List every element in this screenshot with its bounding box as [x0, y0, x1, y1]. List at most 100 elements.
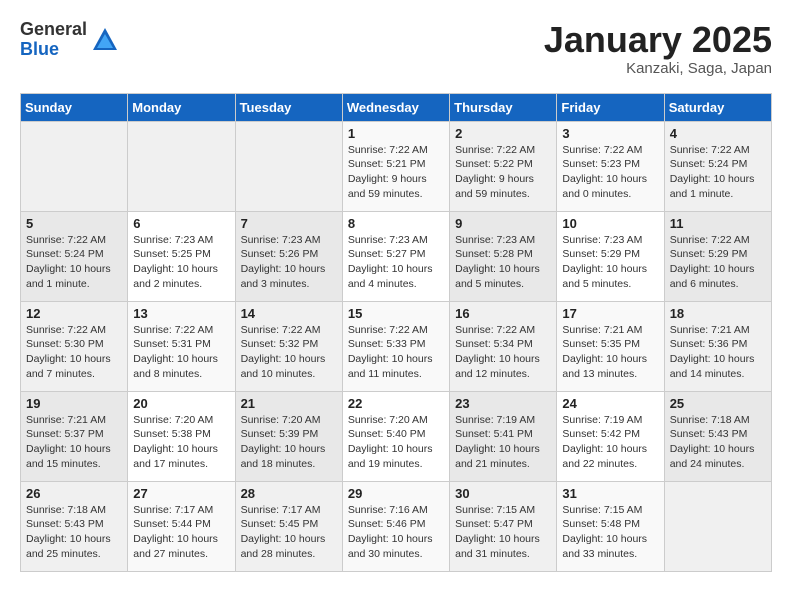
table-row: 19 Sunrise: 7:21 AM Sunset: 5:37 PM Dayli…	[21, 391, 128, 481]
table-row: 26 Sunrise: 7:18 AM Sunset: 5:43 PM Dayli…	[21, 481, 128, 571]
header-tuesday: Tuesday	[235, 93, 342, 121]
day-info: Sunrise: 7:21 AM Sunset: 5:35 PM Dayligh…	[562, 323, 658, 382]
week-row-5: 26 Sunrise: 7:18 AM Sunset: 5:43 PM Dayli…	[21, 481, 772, 571]
day-number: 12	[26, 306, 122, 321]
table-row: 24 Sunrise: 7:19 AM Sunset: 5:42 PM Dayli…	[557, 391, 664, 481]
day-info: Sunrise: 7:22 AM Sunset: 5:30 PM Dayligh…	[26, 323, 122, 382]
table-row: 11Sunrise: 7:22 AM Sunset: 5:29 PM Dayli…	[664, 211, 771, 301]
table-row: 30 Sunrise: 7:15 AM Sunset: 5:47 PM Dayli…	[450, 481, 557, 571]
table-row: 14 Sunrise: 7:22 AM Sunset: 5:32 PM Dayli…	[235, 301, 342, 391]
day-info: Sunrise: 7:15 AM Sunset: 5:48 PM Dayligh…	[562, 503, 658, 562]
header-wednesday: Wednesday	[342, 93, 449, 121]
day-number: 10	[562, 216, 658, 231]
table-row	[128, 121, 235, 211]
day-number: 23	[455, 396, 551, 411]
table-row: 21 Sunrise: 7:20 AM Sunset: 5:39 PM Dayli…	[235, 391, 342, 481]
day-info: Sunrise: 7:18 AM Sunset: 5:43 PM Dayligh…	[26, 503, 122, 562]
table-row: 27 Sunrise: 7:17 AM Sunset: 5:44 PM Dayli…	[128, 481, 235, 571]
day-number: 6	[133, 216, 229, 231]
day-info: Sunrise: 7:22 AM Sunset: 5:33 PM Dayligh…	[348, 323, 444, 382]
day-number: 22	[348, 396, 444, 411]
day-info: Sunrise: 7:23 AM Sunset: 5:28 PM Dayligh…	[455, 233, 551, 292]
title-block: January 2025 Kanzaki, Saga, Japan	[544, 20, 772, 77]
day-number: 7	[241, 216, 337, 231]
month-title: January 2025	[544, 20, 772, 60]
day-number: 29	[348, 486, 444, 501]
logo: General Blue	[20, 20, 119, 60]
table-row: 5 Sunrise: 7:22 AM Sunset: 5:24 PM Daylig…	[21, 211, 128, 301]
logo-general-text: General	[20, 20, 87, 40]
week-row-2: 5 Sunrise: 7:22 AM Sunset: 5:24 PM Daylig…	[21, 211, 772, 301]
day-number: 26	[26, 486, 122, 501]
day-info: Sunrise: 7:22 AM Sunset: 5:21 PM Dayligh…	[348, 143, 444, 202]
header-thursday: Thursday	[450, 93, 557, 121]
table-row: 17Sunrise: 7:21 AM Sunset: 5:35 PM Dayli…	[557, 301, 664, 391]
table-row: 7 Sunrise: 7:23 AM Sunset: 5:26 PM Daylig…	[235, 211, 342, 301]
day-number: 24	[562, 396, 658, 411]
header-monday: Monday	[128, 93, 235, 121]
day-info: Sunrise: 7:22 AM Sunset: 5:24 PM Dayligh…	[26, 233, 122, 292]
day-number: 30	[455, 486, 551, 501]
day-info: Sunrise: 7:20 AM Sunset: 5:40 PM Dayligh…	[348, 413, 444, 472]
table-row: 15 Sunrise: 7:22 AM Sunset: 5:33 PM Dayli…	[342, 301, 449, 391]
table-row	[21, 121, 128, 211]
table-row: 28Sunrise: 7:17 AM Sunset: 5:45 PM Dayli…	[235, 481, 342, 571]
table-row: 22 Sunrise: 7:20 AM Sunset: 5:40 PM Dayli…	[342, 391, 449, 481]
header-friday: Friday	[557, 93, 664, 121]
day-info: Sunrise: 7:21 AM Sunset: 5:36 PM Dayligh…	[670, 323, 766, 382]
day-info: Sunrise: 7:17 AM Sunset: 5:45 PM Dayligh…	[241, 503, 337, 562]
table-row: 6 Sunrise: 7:23 AM Sunset: 5:25 PM Daylig…	[128, 211, 235, 301]
page-header: General Blue January 2025 Kanzaki, Saga,…	[20, 20, 772, 77]
day-info: Sunrise: 7:15 AM Sunset: 5:47 PM Dayligh…	[455, 503, 551, 562]
location: Kanzaki, Saga, Japan	[544, 60, 772, 77]
day-info: Sunrise: 7:19 AM Sunset: 5:41 PM Dayligh…	[455, 413, 551, 472]
day-number: 19	[26, 396, 122, 411]
logo-icon	[91, 26, 119, 54]
week-row-3: 12 Sunrise: 7:22 AM Sunset: 5:30 PM Dayli…	[21, 301, 772, 391]
day-info: Sunrise: 7:23 AM Sunset: 5:25 PM Dayligh…	[133, 233, 229, 292]
calendar-table: SundayMondayTuesdayWednesdayThursdayFrid…	[20, 93, 772, 572]
day-number: 21	[241, 396, 337, 411]
day-info: Sunrise: 7:22 AM Sunset: 5:32 PM Dayligh…	[241, 323, 337, 382]
logo-blue-text: Blue	[20, 40, 87, 60]
table-row: 10 Sunrise: 7:23 AM Sunset: 5:29 PM Dayli…	[557, 211, 664, 301]
table-row: 2Sunrise: 7:22 AM Sunset: 5:22 PM Daylig…	[450, 121, 557, 211]
day-number: 11	[670, 216, 766, 231]
day-info: Sunrise: 7:23 AM Sunset: 5:27 PM Dayligh…	[348, 233, 444, 292]
header-saturday: Saturday	[664, 93, 771, 121]
weekday-header-row: SundayMondayTuesdayWednesdayThursdayFrid…	[21, 93, 772, 121]
day-number: 15	[348, 306, 444, 321]
day-number: 13	[133, 306, 229, 321]
week-row-4: 19 Sunrise: 7:21 AM Sunset: 5:37 PM Dayli…	[21, 391, 772, 481]
day-info: Sunrise: 7:17 AM Sunset: 5:44 PM Dayligh…	[133, 503, 229, 562]
table-row: 9Sunrise: 7:23 AM Sunset: 5:28 PM Daylig…	[450, 211, 557, 301]
day-number: 2	[455, 126, 551, 141]
table-row: 8Sunrise: 7:23 AM Sunset: 5:27 PM Daylig…	[342, 211, 449, 301]
day-info: Sunrise: 7:22 AM Sunset: 5:23 PM Dayligh…	[562, 143, 658, 202]
table-row	[664, 481, 771, 571]
table-row: 23 Sunrise: 7:19 AM Sunset: 5:41 PM Dayli…	[450, 391, 557, 481]
day-number: 4	[670, 126, 766, 141]
day-info: Sunrise: 7:21 AM Sunset: 5:37 PM Dayligh…	[26, 413, 122, 472]
table-row	[235, 121, 342, 211]
table-row: 13 Sunrise: 7:22 AM Sunset: 5:31 PM Dayli…	[128, 301, 235, 391]
day-info: Sunrise: 7:23 AM Sunset: 5:29 PM Dayligh…	[562, 233, 658, 292]
day-info: Sunrise: 7:16 AM Sunset: 5:46 PM Dayligh…	[348, 503, 444, 562]
day-number: 5	[26, 216, 122, 231]
table-row: 3 Sunrise: 7:22 AM Sunset: 5:23 PM Daylig…	[557, 121, 664, 211]
day-number: 18	[670, 306, 766, 321]
day-info: Sunrise: 7:23 AM Sunset: 5:26 PM Dayligh…	[241, 233, 337, 292]
day-info: Sunrise: 7:22 AM Sunset: 5:31 PM Dayligh…	[133, 323, 229, 382]
day-info: Sunrise: 7:19 AM Sunset: 5:42 PM Dayligh…	[562, 413, 658, 472]
day-number: 27	[133, 486, 229, 501]
table-row: 31 Sunrise: 7:15 AM Sunset: 5:48 PM Dayli…	[557, 481, 664, 571]
day-number: 14	[241, 306, 337, 321]
day-number: 3	[562, 126, 658, 141]
day-info: Sunrise: 7:20 AM Sunset: 5:39 PM Dayligh…	[241, 413, 337, 472]
day-number: 16	[455, 306, 551, 321]
day-number: 25	[670, 396, 766, 411]
table-row: 4Sunrise: 7:22 AM Sunset: 5:24 PM Daylig…	[664, 121, 771, 211]
day-number: 1	[348, 126, 444, 141]
day-number: 31	[562, 486, 658, 501]
day-info: Sunrise: 7:18 AM Sunset: 5:43 PM Dayligh…	[670, 413, 766, 472]
